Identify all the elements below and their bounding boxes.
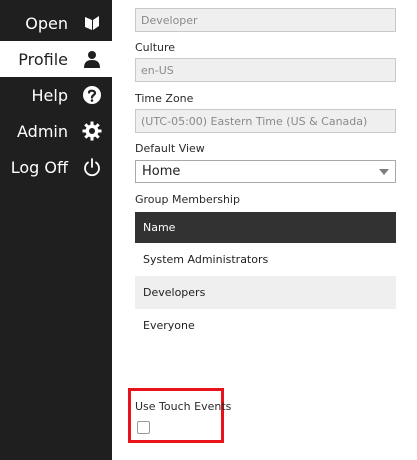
default-view-value: Home (142, 164, 181, 179)
table-row[interactable]: Developers (135, 276, 396, 309)
nav-open-label: Open (25, 13, 68, 33)
default-view-label: Default View (135, 142, 205, 155)
table-header-name[interactable]: Name (135, 212, 396, 243)
nav-profile-label: Profile (18, 49, 68, 69)
group-membership-label: Group Membership (135, 193, 240, 206)
nav-open[interactable]: Open (0, 5, 112, 41)
nav-log-off[interactable]: Log Off (0, 149, 112, 185)
nav-help[interactable]: Help (0, 77, 112, 113)
touch-events-highlight (128, 388, 224, 443)
table-row[interactable]: System Administrators (135, 243, 396, 276)
chevron-down-icon (379, 169, 389, 175)
default-view-select[interactable]: Home (135, 160, 396, 183)
power-icon (81, 156, 103, 178)
timezone-label: Time Zone (135, 92, 194, 105)
culture-field[interactable]: en-US (135, 58, 396, 82)
timezone-field[interactable]: (UTC-05:00) Eastern Time (US & Canada) (135, 109, 396, 133)
open-book-icon (81, 12, 103, 34)
use-touch-events-label: Use Touch Events (135, 400, 232, 413)
table-row[interactable]: Everyone (135, 309, 396, 342)
nav-help-label: Help (31, 85, 68, 105)
nav-admin-label: Admin (17, 121, 68, 141)
help-icon (81, 84, 103, 106)
nav-admin[interactable]: Admin (0, 113, 112, 149)
sidebar-nav: Open Profile Help Admin Log Off (0, 0, 112, 460)
profile-form: Developer Culture en-US Time Zone (UTC-0… (112, 0, 417, 460)
nav-log-off-label: Log Off (10, 157, 68, 177)
gear-icon (81, 120, 103, 142)
use-touch-events-checkbox[interactable] (137, 421, 150, 434)
group-membership-table: Name System Administrators Developers Ev… (135, 212, 396, 342)
nav-profile[interactable]: Profile (0, 41, 112, 77)
culture-label: Culture (135, 41, 176, 54)
person-icon (81, 48, 103, 70)
last-name-field[interactable]: Developer (135, 8, 396, 32)
